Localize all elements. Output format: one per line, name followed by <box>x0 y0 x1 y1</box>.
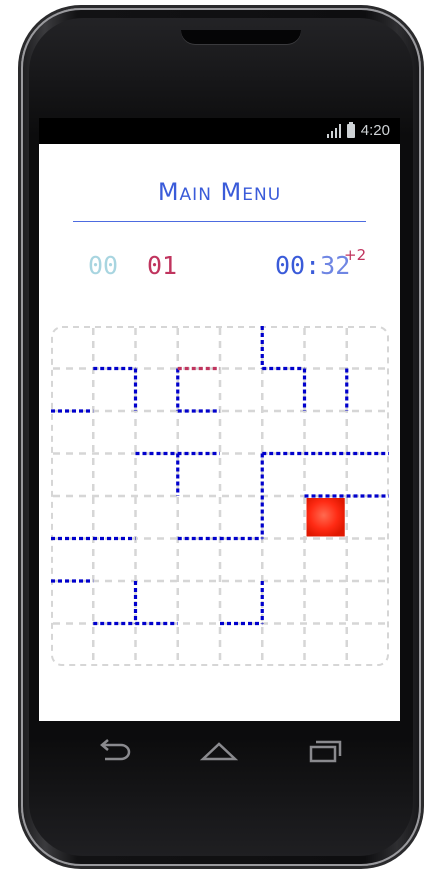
title-divider <box>73 221 366 222</box>
timer: 00:32 <box>275 251 350 280</box>
status-time: 4:20 <box>360 122 390 139</box>
game-screen: Main Menu 00 01 00:32 +2 <box>39 144 400 721</box>
player2-score: 01 <box>147 251 178 280</box>
earpiece <box>181 30 301 44</box>
home-icon[interactable] <box>197 735 241 767</box>
back-icon[interactable] <box>91 735 135 767</box>
signal-icon <box>326 123 341 138</box>
game-board[interactable] <box>51 326 389 666</box>
status-bar: 4:20 <box>39 118 400 144</box>
timer-prefix: 00: <box>275 251 321 280</box>
nav-bar <box>39 721 400 781</box>
main-menu-button[interactable]: Main Menu <box>39 178 400 206</box>
battery-icon <box>346 121 355 138</box>
bonus-indicator: +2 <box>344 246 367 264</box>
player1-score: 00 <box>88 251 119 280</box>
recents-icon[interactable] <box>303 735 347 767</box>
cursor-cell <box>306 498 345 537</box>
